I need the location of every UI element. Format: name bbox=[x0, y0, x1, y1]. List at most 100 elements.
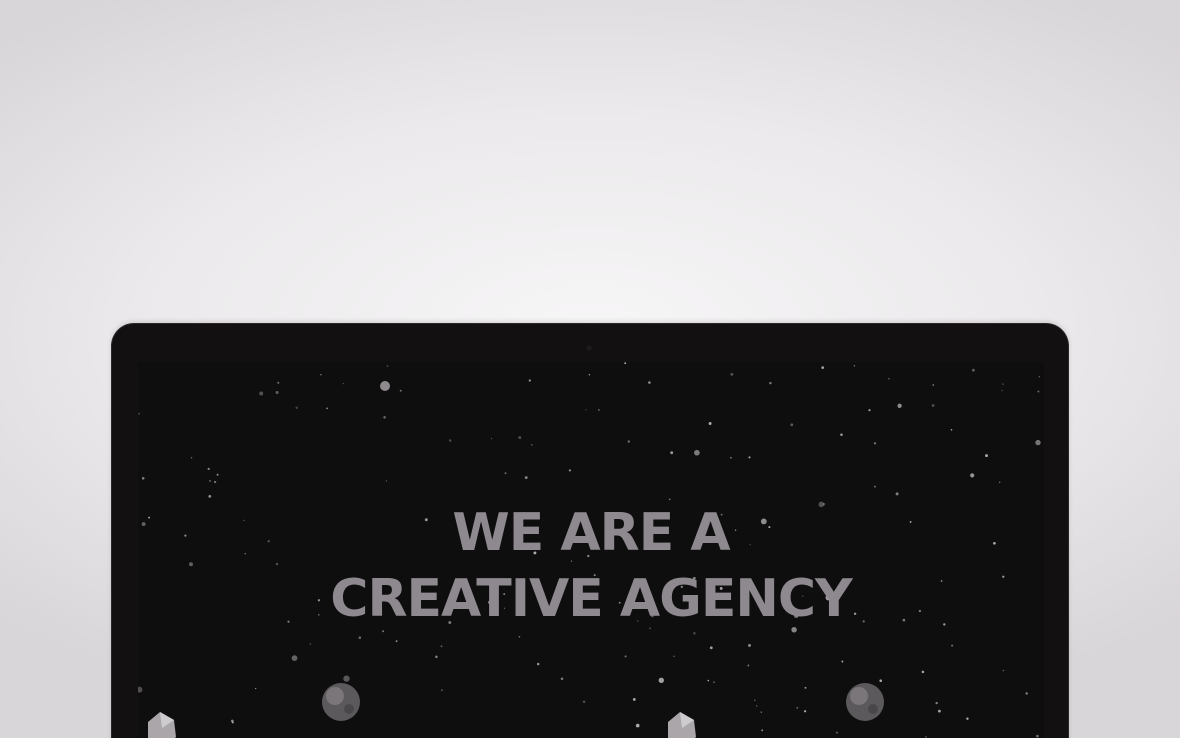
star-icon bbox=[531, 444, 533, 446]
camera-dot-icon bbox=[585, 344, 593, 352]
star-icon bbox=[440, 645, 443, 648]
star-icon bbox=[560, 677, 564, 681]
star-icon bbox=[209, 479, 211, 482]
star-icon bbox=[935, 701, 938, 705]
star-icon bbox=[730, 372, 734, 376]
star-icon bbox=[528, 379, 531, 382]
star-icon bbox=[138, 412, 141, 415]
star-icon bbox=[971, 368, 975, 372]
star-icon bbox=[518, 635, 521, 638]
star-icon bbox=[138, 686, 143, 693]
star-icon bbox=[141, 477, 145, 480]
star-icon bbox=[853, 365, 856, 367]
star-icon bbox=[1036, 734, 1039, 738]
star-icon bbox=[970, 473, 975, 478]
star-icon bbox=[840, 433, 843, 437]
star-icon bbox=[190, 456, 193, 459]
star-icon bbox=[769, 381, 772, 385]
star-icon bbox=[441, 689, 443, 692]
star-icon bbox=[879, 679, 882, 682]
star-icon bbox=[524, 476, 528, 480]
star-icon bbox=[756, 705, 758, 707]
star-icon bbox=[748, 456, 751, 459]
website-screen: WE ARE A CREATIVE AGENCY bbox=[138, 362, 1044, 738]
star-icon bbox=[709, 646, 713, 650]
star-icon bbox=[585, 409, 587, 411]
star-icon bbox=[841, 660, 844, 663]
hero-headline: WE ARE A CREATIVE AGENCY bbox=[138, 500, 1044, 632]
star-icon bbox=[730, 456, 732, 459]
star-icon bbox=[385, 480, 388, 482]
star-icon bbox=[754, 699, 756, 701]
star-icon bbox=[358, 636, 362, 639]
star-icon bbox=[635, 723, 640, 728]
star-icon bbox=[897, 403, 902, 408]
gem-icon bbox=[668, 712, 696, 738]
star-icon bbox=[932, 384, 935, 386]
star-icon bbox=[760, 711, 762, 713]
star-icon bbox=[761, 729, 764, 732]
star-icon bbox=[966, 717, 969, 720]
star-icon bbox=[383, 416, 386, 419]
star-icon bbox=[624, 655, 627, 658]
star-icon bbox=[951, 644, 954, 647]
star-icon bbox=[208, 495, 212, 498]
star-icon bbox=[627, 440, 631, 443]
star-icon bbox=[707, 679, 710, 682]
star-icon bbox=[999, 481, 1001, 483]
star-icon bbox=[275, 391, 279, 394]
star-icon bbox=[1025, 692, 1028, 695]
star-icon bbox=[658, 677, 664, 683]
star-icon bbox=[380, 381, 390, 391]
star-icon bbox=[796, 706, 799, 709]
star-icon bbox=[207, 467, 210, 471]
star-icon bbox=[624, 362, 627, 365]
star-icon bbox=[490, 438, 493, 440]
star-icon bbox=[747, 664, 750, 667]
star-icon bbox=[435, 655, 438, 659]
star-icon bbox=[518, 436, 522, 440]
star-icon bbox=[1002, 383, 1004, 385]
star-icon bbox=[804, 686, 807, 689]
star-icon bbox=[588, 374, 591, 376]
star-icon bbox=[931, 404, 935, 407]
star-icon bbox=[873, 485, 877, 488]
star-icon bbox=[895, 492, 899, 496]
star-icon bbox=[568, 469, 571, 472]
star-icon bbox=[399, 389, 402, 392]
star-icon bbox=[713, 681, 715, 684]
star-icon bbox=[326, 407, 328, 410]
star-icon bbox=[395, 640, 398, 642]
star-icon bbox=[748, 643, 751, 647]
star-icon bbox=[320, 373, 322, 376]
star-icon bbox=[582, 700, 586, 704]
star-icon bbox=[950, 429, 953, 431]
star-icon bbox=[632, 697, 636, 701]
star-icon bbox=[821, 366, 825, 369]
star-icon bbox=[803, 710, 807, 713]
star-icon bbox=[342, 382, 345, 385]
star-icon bbox=[295, 406, 298, 409]
star-icon bbox=[1038, 376, 1040, 378]
star-icon bbox=[291, 655, 298, 661]
star-icon bbox=[1035, 439, 1041, 446]
star-icon bbox=[598, 409, 600, 411]
star-icon bbox=[921, 670, 925, 674]
hero-headline-line2: CREATIVE AGENCY bbox=[330, 569, 852, 629]
star-icon bbox=[386, 365, 389, 367]
star-icon bbox=[673, 655, 675, 658]
star-icon bbox=[277, 381, 280, 384]
star-icon bbox=[693, 632, 696, 635]
star-icon bbox=[1001, 389, 1003, 392]
hero-headline-line1: WE ARE A bbox=[452, 503, 730, 563]
star-icon bbox=[255, 687, 257, 690]
gem-icon bbox=[148, 712, 176, 738]
star-icon bbox=[536, 662, 540, 666]
monitor-frame: WE ARE A CREATIVE AGENCY bbox=[112, 324, 1068, 738]
star-icon bbox=[835, 731, 838, 734]
star-icon bbox=[888, 377, 890, 380]
star-icon bbox=[1002, 669, 1005, 672]
star-icon bbox=[868, 409, 871, 412]
planet-icon bbox=[846, 683, 884, 721]
star-icon bbox=[670, 451, 674, 455]
